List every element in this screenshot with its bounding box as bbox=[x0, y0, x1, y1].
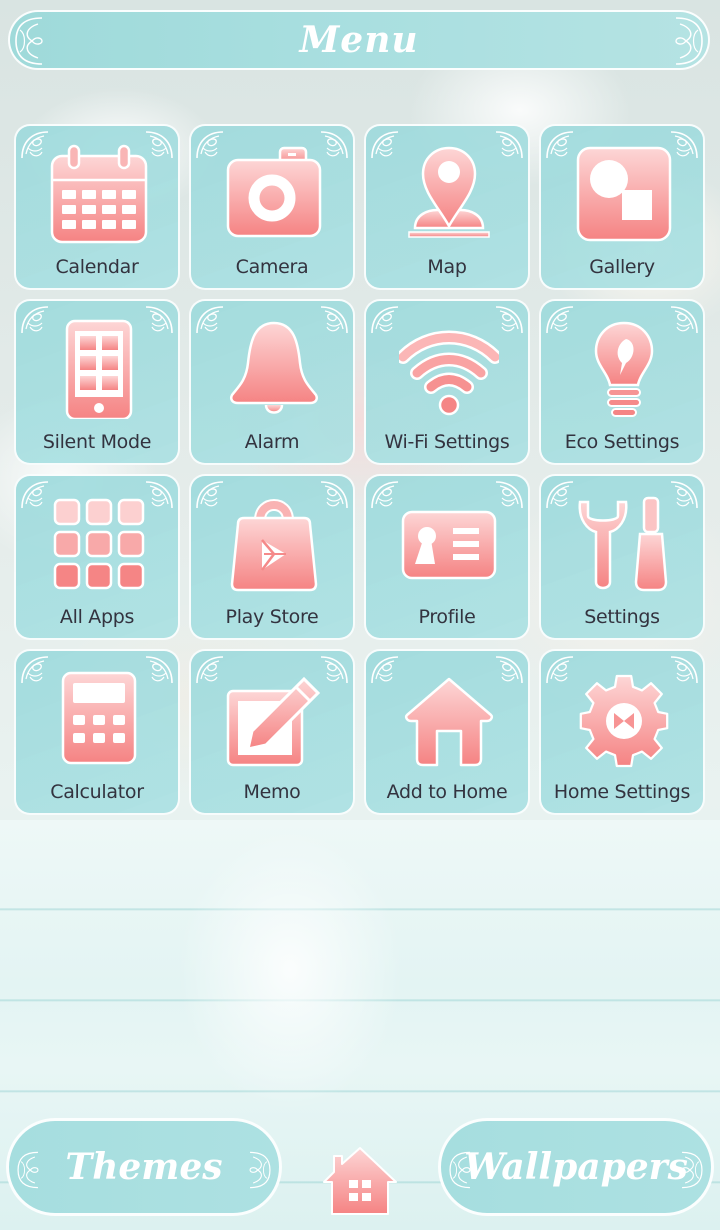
tile-label: Calendar bbox=[55, 256, 139, 278]
flourish-ornament-icon bbox=[679, 1145, 705, 1195]
menu-header: Menu bbox=[8, 10, 710, 70]
tile-settings[interactable]: Settings bbox=[539, 474, 705, 640]
tile-label: Memo bbox=[243, 781, 301, 803]
memo-pencil-icon bbox=[226, 676, 321, 767]
tile-home-settings[interactable]: Home Settings bbox=[539, 649, 705, 815]
gear-ribbon-icon bbox=[579, 674, 669, 768]
flourish-ornament-icon bbox=[247, 1145, 273, 1195]
gallery-icon bbox=[576, 146, 672, 242]
flourish-ornament-icon bbox=[447, 1145, 473, 1195]
tile-label: Map bbox=[427, 256, 467, 278]
tile-silent-mode[interactable]: Silent Mode bbox=[14, 299, 180, 465]
tile-calculator[interactable]: Calculator bbox=[14, 649, 180, 815]
app-grid-icon bbox=[53, 498, 145, 590]
tile-label: Profile bbox=[418, 606, 476, 628]
tile-play-store[interactable]: Play Store bbox=[189, 474, 355, 640]
tile-all-apps[interactable]: All Apps bbox=[14, 474, 180, 640]
tile-label: Wi-Fi Settings bbox=[384, 431, 510, 453]
tile-label: Eco Settings bbox=[564, 431, 680, 453]
page-title: Menu bbox=[299, 19, 419, 61]
tile-profile[interactable]: Profile bbox=[364, 474, 530, 640]
tile-label: All Apps bbox=[59, 606, 135, 628]
tile-add-to-home[interactable]: Add to Home bbox=[364, 649, 530, 815]
id-card-icon bbox=[401, 510, 497, 580]
tile-eco-settings[interactable]: Eco Settings bbox=[539, 299, 705, 465]
calculator-icon bbox=[61, 671, 137, 765]
home-icon bbox=[323, 1147, 397, 1215]
flourish-ornament-icon bbox=[672, 16, 706, 66]
tile-camera[interactable]: Camera bbox=[189, 124, 355, 290]
tile-label: Gallery bbox=[589, 256, 655, 278]
tile-label: Add to Home bbox=[386, 781, 508, 803]
tile-calendar[interactable]: Calendar bbox=[14, 124, 180, 290]
flourish-ornament-icon bbox=[12, 16, 46, 66]
tile-label: Play Store bbox=[225, 606, 319, 628]
wifi-icon bbox=[399, 330, 499, 416]
tile-label: Camera bbox=[235, 256, 309, 278]
lightbulb-leaf-icon bbox=[594, 321, 654, 417]
camera-icon bbox=[226, 146, 322, 238]
home-button[interactable] bbox=[320, 1144, 400, 1216]
tile-alarm[interactable]: Alarm bbox=[189, 299, 355, 465]
tile-wifi-settings[interactable]: Wi-Fi Settings bbox=[364, 299, 530, 465]
wallpapers-label: Wallpapers bbox=[464, 1146, 688, 1188]
themes-label: Themes bbox=[65, 1146, 223, 1188]
phone-icon bbox=[65, 319, 133, 419]
calendar-icon bbox=[50, 144, 148, 244]
bell-icon bbox=[230, 321, 318, 414]
map-pin-icon bbox=[408, 146, 490, 238]
house-icon bbox=[404, 677, 494, 767]
shopping-bag-play-icon bbox=[230, 499, 318, 592]
tile-label: Alarm bbox=[244, 431, 300, 453]
tile-memo[interactable]: Memo bbox=[189, 649, 355, 815]
flourish-ornament-icon bbox=[15, 1145, 41, 1195]
tile-label: Silent Mode bbox=[42, 431, 152, 453]
tile-label: Settings bbox=[584, 606, 660, 628]
tile-map[interactable]: Map bbox=[364, 124, 530, 290]
themes-button[interactable]: Themes bbox=[6, 1118, 282, 1216]
tile-label: Home Settings bbox=[553, 781, 691, 803]
tile-gallery[interactable]: Gallery bbox=[539, 124, 705, 290]
wrench-screwdriver-icon bbox=[578, 496, 668, 592]
wallpapers-button[interactable]: Wallpapers bbox=[438, 1118, 714, 1216]
tile-label: Calculator bbox=[50, 781, 144, 803]
